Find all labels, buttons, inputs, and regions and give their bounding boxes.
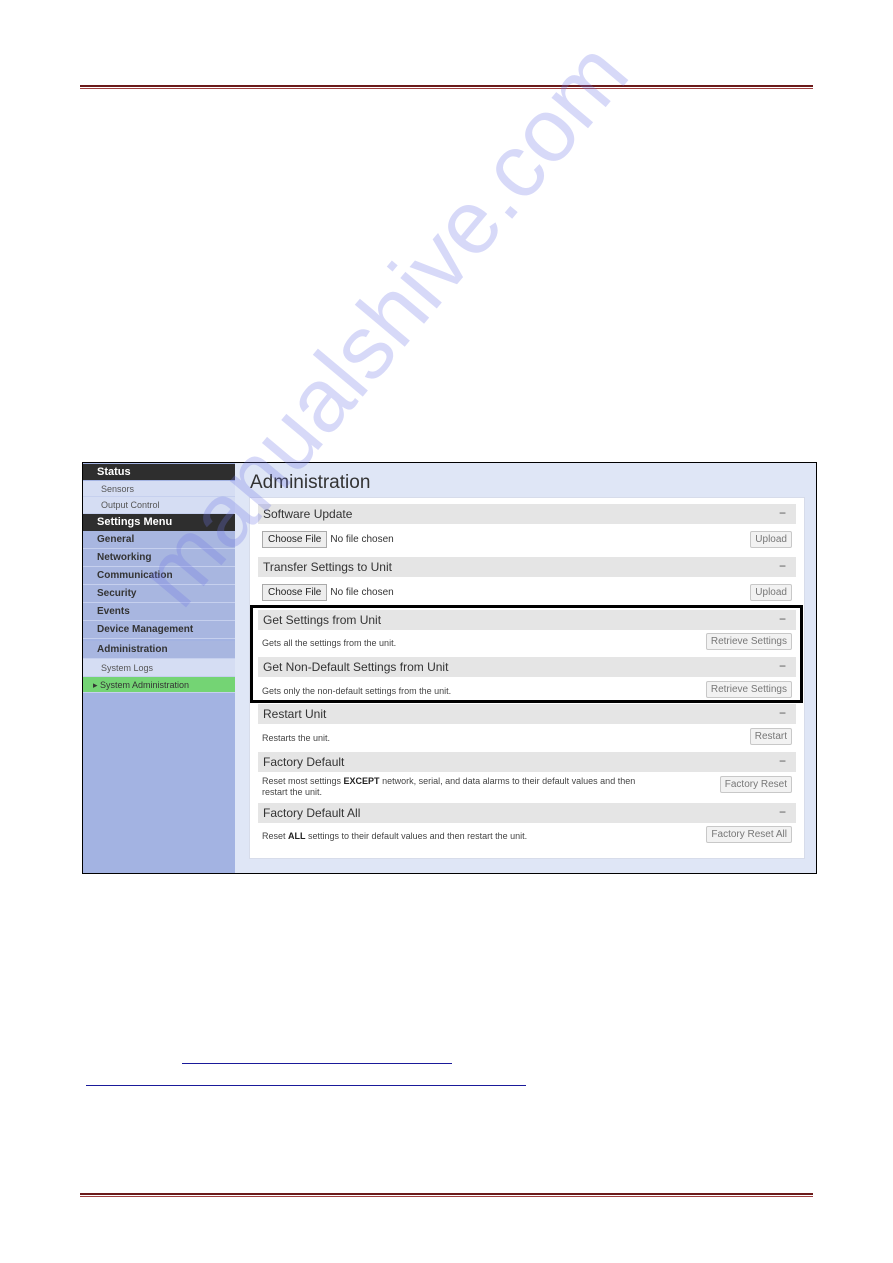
- sidebar-item-label: General: [97, 534, 135, 545]
- footer-rule: [80, 1193, 813, 1197]
- sidebar-item-label: Device Management: [97, 624, 194, 635]
- sidebar-item-networking[interactable]: Networking: [83, 549, 235, 567]
- section-header[interactable]: Software Update −: [258, 504, 796, 524]
- main-content: Administration Software Update − Choose Fi…: [235, 463, 816, 873]
- sidebar-item-administration[interactable]: Administration: [83, 641, 235, 659]
- section-row: Reset ALL settings to their default valu…: [262, 826, 792, 843]
- sidebar-item-sensors[interactable]: Sensors: [83, 481, 235, 497]
- section-title: Restart Unit: [263, 707, 327, 721]
- sidebar-item-label: System Logs: [101, 663, 154, 673]
- sidebar-item-system-logs[interactable]: System Logs: [83, 659, 235, 677]
- sidebar-item-label: Settings Menu: [97, 516, 173, 528]
- section-title: Factory Default: [263, 755, 345, 769]
- sidebar-item-label: Administration: [97, 644, 168, 655]
- section-description: Reset most settings EXCEPT network, seri…: [262, 776, 636, 797]
- file-status: No file chosen: [330, 534, 394, 545]
- choose-file-button[interactable]: Choose File: [262, 584, 328, 601]
- collapse-icon[interactable]: −: [779, 506, 786, 520]
- section-title: Transfer Settings to Unit: [263, 560, 392, 574]
- action-button[interactable]: Restart: [749, 728, 792, 745]
- arrow-icon: ▸: [93, 680, 101, 690]
- section-description: Restarts the unit.: [262, 733, 331, 743]
- action-button[interactable]: Factory Reset All: [706, 826, 792, 843]
- choose-file-button[interactable]: Choose File: [262, 531, 328, 548]
- sidebar-item-communication[interactable]: Communication: [83, 567, 235, 585]
- section-header[interactable]: Factory Default −: [258, 752, 796, 772]
- sidebar-item-label: Events: [97, 606, 130, 617]
- sidebar-item-device-management[interactable]: Device Management: [83, 621, 235, 639]
- sidebar-item-label: Communication: [97, 570, 173, 581]
- sidebar-item-label: Status: [97, 466, 131, 478]
- section-header[interactable]: Transfer Settings to Unit −: [258, 557, 796, 577]
- web-ui-screenshot: Status Sensors Output Control Settings Menu…: [82, 462, 817, 874]
- section-row: Choose File No file chosen Upload: [262, 531, 792, 548]
- section-title: Factory Default All: [263, 806, 361, 820]
- sidebar-item-security[interactable]: Security: [83, 585, 235, 603]
- sidebar-item-settings-menu[interactable]: Settings Menu: [83, 514, 235, 531]
- collapse-icon[interactable]: −: [779, 754, 786, 768]
- action-button[interactable]: Upload: [750, 584, 792, 601]
- sidebar-item-system-administration[interactable]: ▸ System Administration: [83, 677, 235, 693]
- sidebar-item-label: Output Control: [101, 500, 160, 510]
- sidebar-item-label: Security: [97, 588, 137, 599]
- sidebar-item-events[interactable]: Events: [83, 603, 235, 621]
- action-button[interactable]: Upload: [750, 531, 792, 548]
- sidebar-item-status[interactable]: Status: [83, 464, 235, 480]
- sidebar-item-label: System Administration: [100, 680, 190, 690]
- section-row: Reset most settings EXCEPT network, seri…: [262, 776, 792, 798]
- page-title: Administration: [250, 472, 371, 493]
- sidebar-item-label: Sensors: [101, 484, 135, 494]
- action-button[interactable]: Factory Reset: [719, 776, 792, 793]
- collapse-icon[interactable]: −: [779, 559, 786, 573]
- section-row: Restarts the unit. Restart: [262, 728, 792, 745]
- header-rule: [80, 85, 813, 89]
- sidebar-item-label: Networking: [97, 552, 152, 563]
- hyperlink-underline[interactable]: [86, 1085, 526, 1086]
- sidebar-item-output-control[interactable]: Output Control: [83, 497, 235, 514]
- section-title: Software Update: [263, 507, 353, 521]
- sidebar-item-general[interactable]: General: [83, 531, 235, 549]
- section-row: Choose File No file chosen Upload: [262, 584, 792, 601]
- section-header[interactable]: Restart Unit −: [258, 704, 796, 724]
- section-description: Reset ALL settings to their default valu…: [262, 831, 528, 841]
- highlight-box: [250, 605, 803, 703]
- file-status: No file chosen: [330, 587, 394, 598]
- sidebar: Status Sensors Output Control Settings Menu…: [83, 463, 235, 873]
- collapse-icon[interactable]: −: [779, 706, 786, 720]
- hyperlink-underline[interactable]: [182, 1063, 452, 1064]
- section-header[interactable]: Factory Default All −: [258, 803, 796, 823]
- collapse-icon[interactable]: −: [779, 805, 786, 819]
